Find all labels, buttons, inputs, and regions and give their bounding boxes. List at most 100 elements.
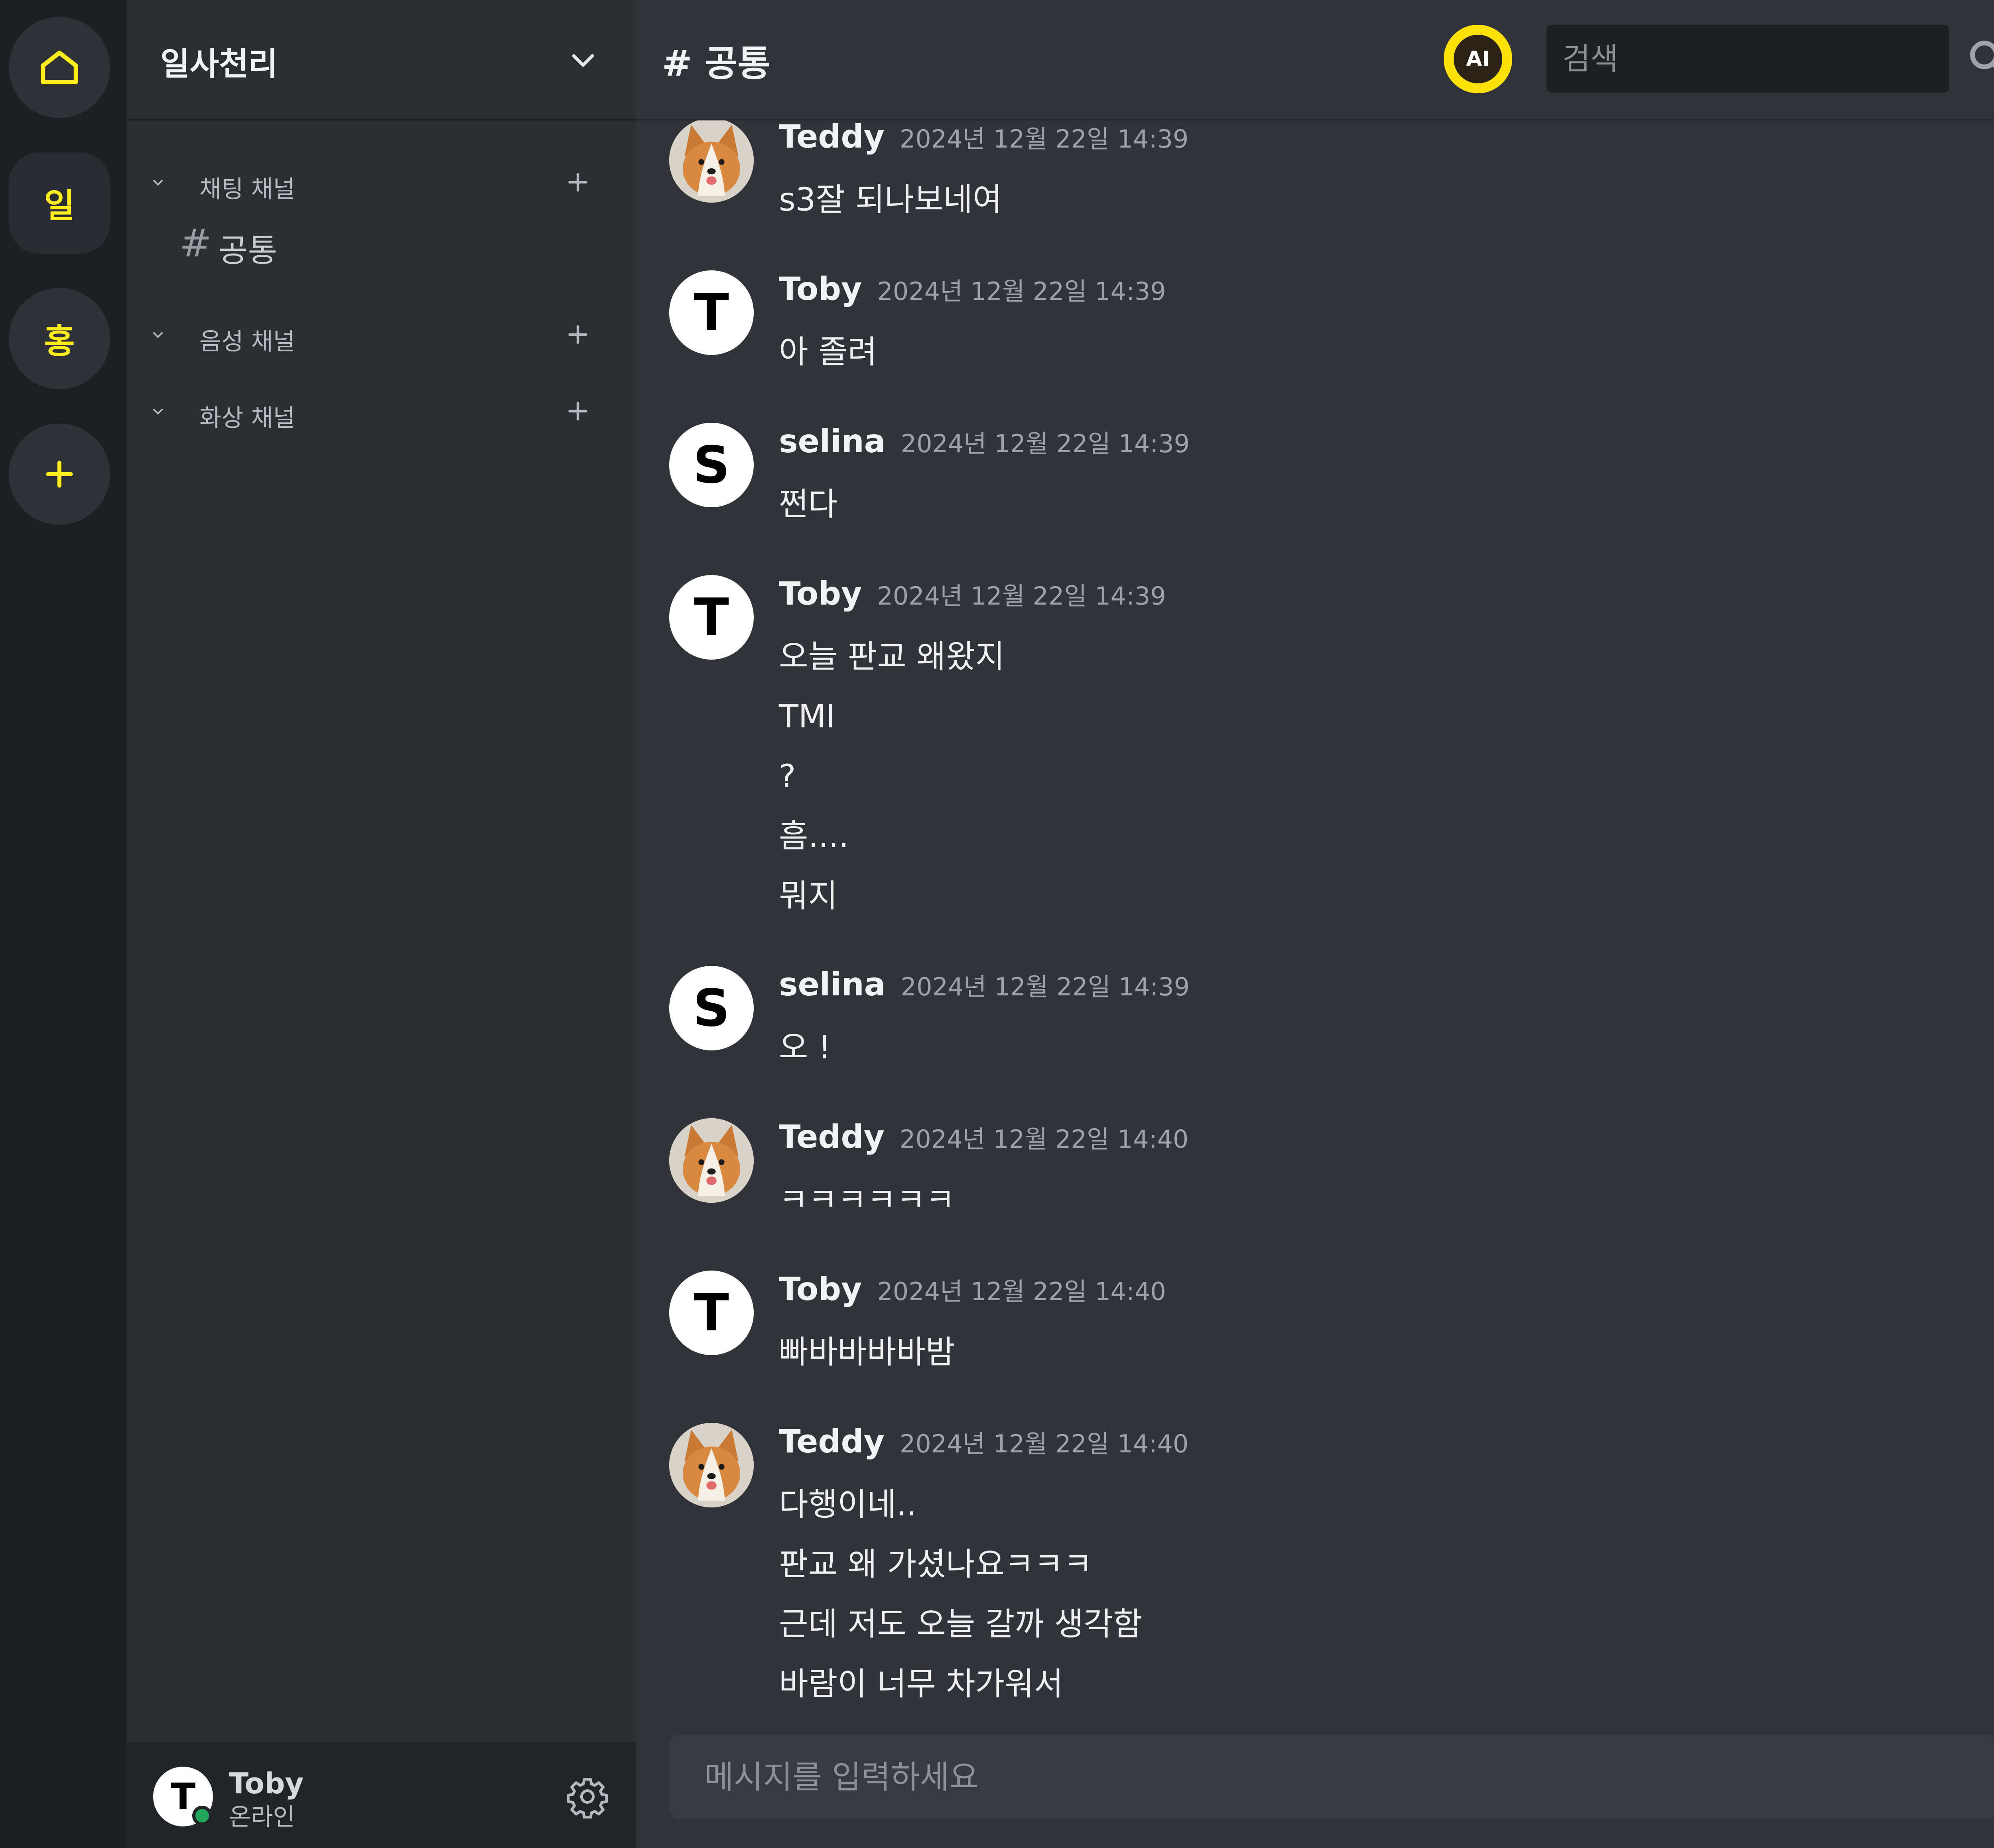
ai-label: AI — [1466, 47, 1490, 71]
search-icon[interactable] — [1966, 37, 1994, 81]
message-header: Toby 2024년 12월 22일 14:39 — [779, 575, 1166, 612]
user-panel: T Toby 온라인 — [127, 1742, 636, 1848]
plus-icon — [46, 461, 73, 488]
message-text: 아 졸려 — [779, 333, 877, 370]
server-hong-label: 홍 — [44, 321, 75, 361]
user-avatar-initial: T — [170, 1775, 196, 1818]
message-text: ㅋㅋㅋㅋㅋㅋ — [779, 1181, 955, 1218]
server-name: 일사천리 — [160, 45, 278, 83]
avatar-initial: T — [694, 1283, 729, 1343]
message-timestamp: 2024년 12월 22일 14:40 — [899, 1429, 1189, 1458]
chevron-down-icon — [153, 332, 163, 338]
message-header: Teddy 2024년 12월 22일 14:40 — [779, 1423, 1188, 1460]
message-author[interactable]: Toby — [779, 1271, 862, 1308]
channel-item-common[interactable]: # 공통 — [171, 214, 601, 270]
message-text: 흠.... — [779, 818, 849, 855]
message-body: 오늘 판교 왜왔지 TMI ? 흠.... 뭐지 — [779, 627, 1005, 926]
message-body: 쩐다 — [779, 475, 837, 534]
message-author[interactable]: Teddy — [779, 120, 885, 155]
message-author[interactable]: Teddy — [779, 1423, 885, 1460]
add-channel-icon[interactable] — [564, 397, 592, 425]
message-timestamp: 2024년 12월 22일 14:39 — [877, 581, 1166, 611]
ai-assistant-button[interactable]: AI — [1444, 25, 1512, 93]
message-text: 오 ! — [779, 1029, 831, 1066]
home-icon — [41, 50, 78, 85]
avatar[interactable]: T — [669, 1271, 754, 1355]
category-voice-channels[interactable]: 음성 채널 — [147, 315, 609, 356]
category-label: 음성 채널 — [199, 328, 295, 356]
message-text: 바람이 너무 차가워서 — [779, 1665, 1064, 1702]
avatar-initial: T — [694, 283, 729, 343]
message-body: 빠바바바바밤 — [779, 1322, 955, 1382]
message-timestamp: 2024년 12월 22일 14:40 — [877, 1277, 1166, 1306]
message-text: TMI — [779, 698, 835, 735]
message-body: s3잘 되나보네여 — [779, 170, 1002, 230]
server-hong-button[interactable]: 홍 — [9, 288, 110, 389]
online-status-dot — [192, 1806, 212, 1826]
message-header: Toby 2024년 12월 22일 14:39 — [779, 270, 1166, 307]
chevron-down-icon[interactable] — [567, 44, 599, 76]
add-server-button[interactable] — [9, 424, 110, 525]
message-body: 오 ! — [779, 1018, 831, 1078]
category-video-channels[interactable]: 화상 채널 — [147, 392, 609, 432]
gear-icon[interactable] — [565, 1775, 609, 1818]
avatar[interactable] — [669, 1423, 754, 1507]
message-body: 다행이네.. 판교 왜 가셨나요ㅋㅋㅋ 근데 저도 오늘 갈까 생각함 바람이 … — [779, 1475, 1142, 1714]
message-text: 오늘 판교 왜왔지 — [779, 638, 1005, 675]
dog-avatar-icon — [669, 120, 754, 203]
chat-main: # 공통 AI 검색 Teddy 2024년 12월 22일 14:39 s3잘… — [636, 0, 1994, 1848]
message-header: Teddy 2024년 12월 22일 14:39 — [779, 120, 1188, 155]
message-body: 아 졸려 — [779, 322, 877, 382]
add-channel-icon[interactable] — [564, 321, 592, 349]
server-il-label: 일 — [44, 186, 75, 225]
message-author[interactable]: Teddy — [779, 1118, 885, 1155]
message-text: s3잘 되나보네여 — [779, 181, 1002, 218]
avatar[interactable]: S — [669, 966, 754, 1050]
message-text: 뭐지 — [779, 877, 838, 914]
channel-sidebar: 일사천리 채팅 채널 # 공통 음성 채널 화상 채널 — [127, 0, 636, 1848]
message-timestamp: 2024년 12월 22일 14:39 — [877, 277, 1166, 306]
avatar[interactable] — [669, 120, 754, 203]
avatar[interactable]: T — [669, 575, 754, 660]
message-text: 다행이네.. — [779, 1486, 917, 1523]
message-author[interactable]: selina — [779, 423, 886, 460]
user-status: 온라인 — [229, 1803, 295, 1831]
message-timestamp: 2024년 12월 22일 14:39 — [900, 429, 1190, 458]
message-header: Toby 2024년 12월 22일 14:40 — [779, 1271, 1166, 1308]
server-il-button[interactable]: 일 — [9, 152, 110, 254]
avatar[interactable]: S — [669, 423, 754, 507]
message-list: Teddy 2024년 12월 22일 14:39 s3잘 되나보네여 T Tob… — [636, 120, 1994, 1723]
avatar[interactable]: T — [669, 270, 754, 355]
message-author[interactable]: selina — [779, 966, 886, 1003]
category-label: 화상 채널 — [199, 404, 295, 432]
channel-header: # 공통 AI — [636, 0, 1994, 120]
message-text: 판교 왜 가셨나요ㅋㅋㅋ — [779, 1546, 1093, 1583]
add-channel-icon[interactable] — [564, 168, 592, 196]
category-label: 채팅 채널 — [199, 175, 295, 203]
avatar[interactable] — [669, 1118, 754, 1203]
category-chat-channels[interactable]: 채팅 채널 — [147, 163, 609, 203]
dog-avatar-icon — [669, 1423, 754, 1507]
message-timestamp: 2024년 12월 22일 14:39 — [899, 124, 1189, 154]
hash-icon: # — [179, 221, 212, 266]
message-timestamp: 2024년 12월 22일 14:40 — [899, 1125, 1189, 1154]
dog-avatar-icon — [669, 1118, 754, 1203]
message-header: selina 2024년 12월 22일 14:39 — [779, 423, 1190, 460]
message-text: ? — [779, 758, 796, 795]
ai-icon: AI — [1454, 35, 1502, 83]
message-author[interactable]: Toby — [779, 575, 862, 612]
chevron-down-icon — [153, 409, 163, 415]
chat-app: 일 홍 일사천리 채팅 채널 # 공통 음성 채널 화상 채널 T Toby 온… — [0, 0, 1994, 1848]
chevron-down-icon — [153, 180, 163, 186]
search-input[interactable] — [1547, 25, 1949, 93]
message-timestamp: 2024년 12월 22일 14:39 — [900, 972, 1190, 1001]
home-button[interactable] — [9, 17, 110, 118]
message-author[interactable]: Toby — [779, 270, 862, 307]
server-header[interactable]: 일사천리 — [127, 0, 636, 120]
message-header: selina 2024년 12월 22일 14:39 — [779, 966, 1190, 1003]
user-name: Toby — [229, 1767, 304, 1800]
message-input[interactable] — [669, 1735, 1994, 1819]
message-header: Teddy 2024년 12월 22일 14:40 — [779, 1118, 1188, 1155]
message-text: 근데 저도 오늘 갈까 생각함 — [779, 1606, 1143, 1643]
avatar-initial: S — [693, 435, 730, 495]
